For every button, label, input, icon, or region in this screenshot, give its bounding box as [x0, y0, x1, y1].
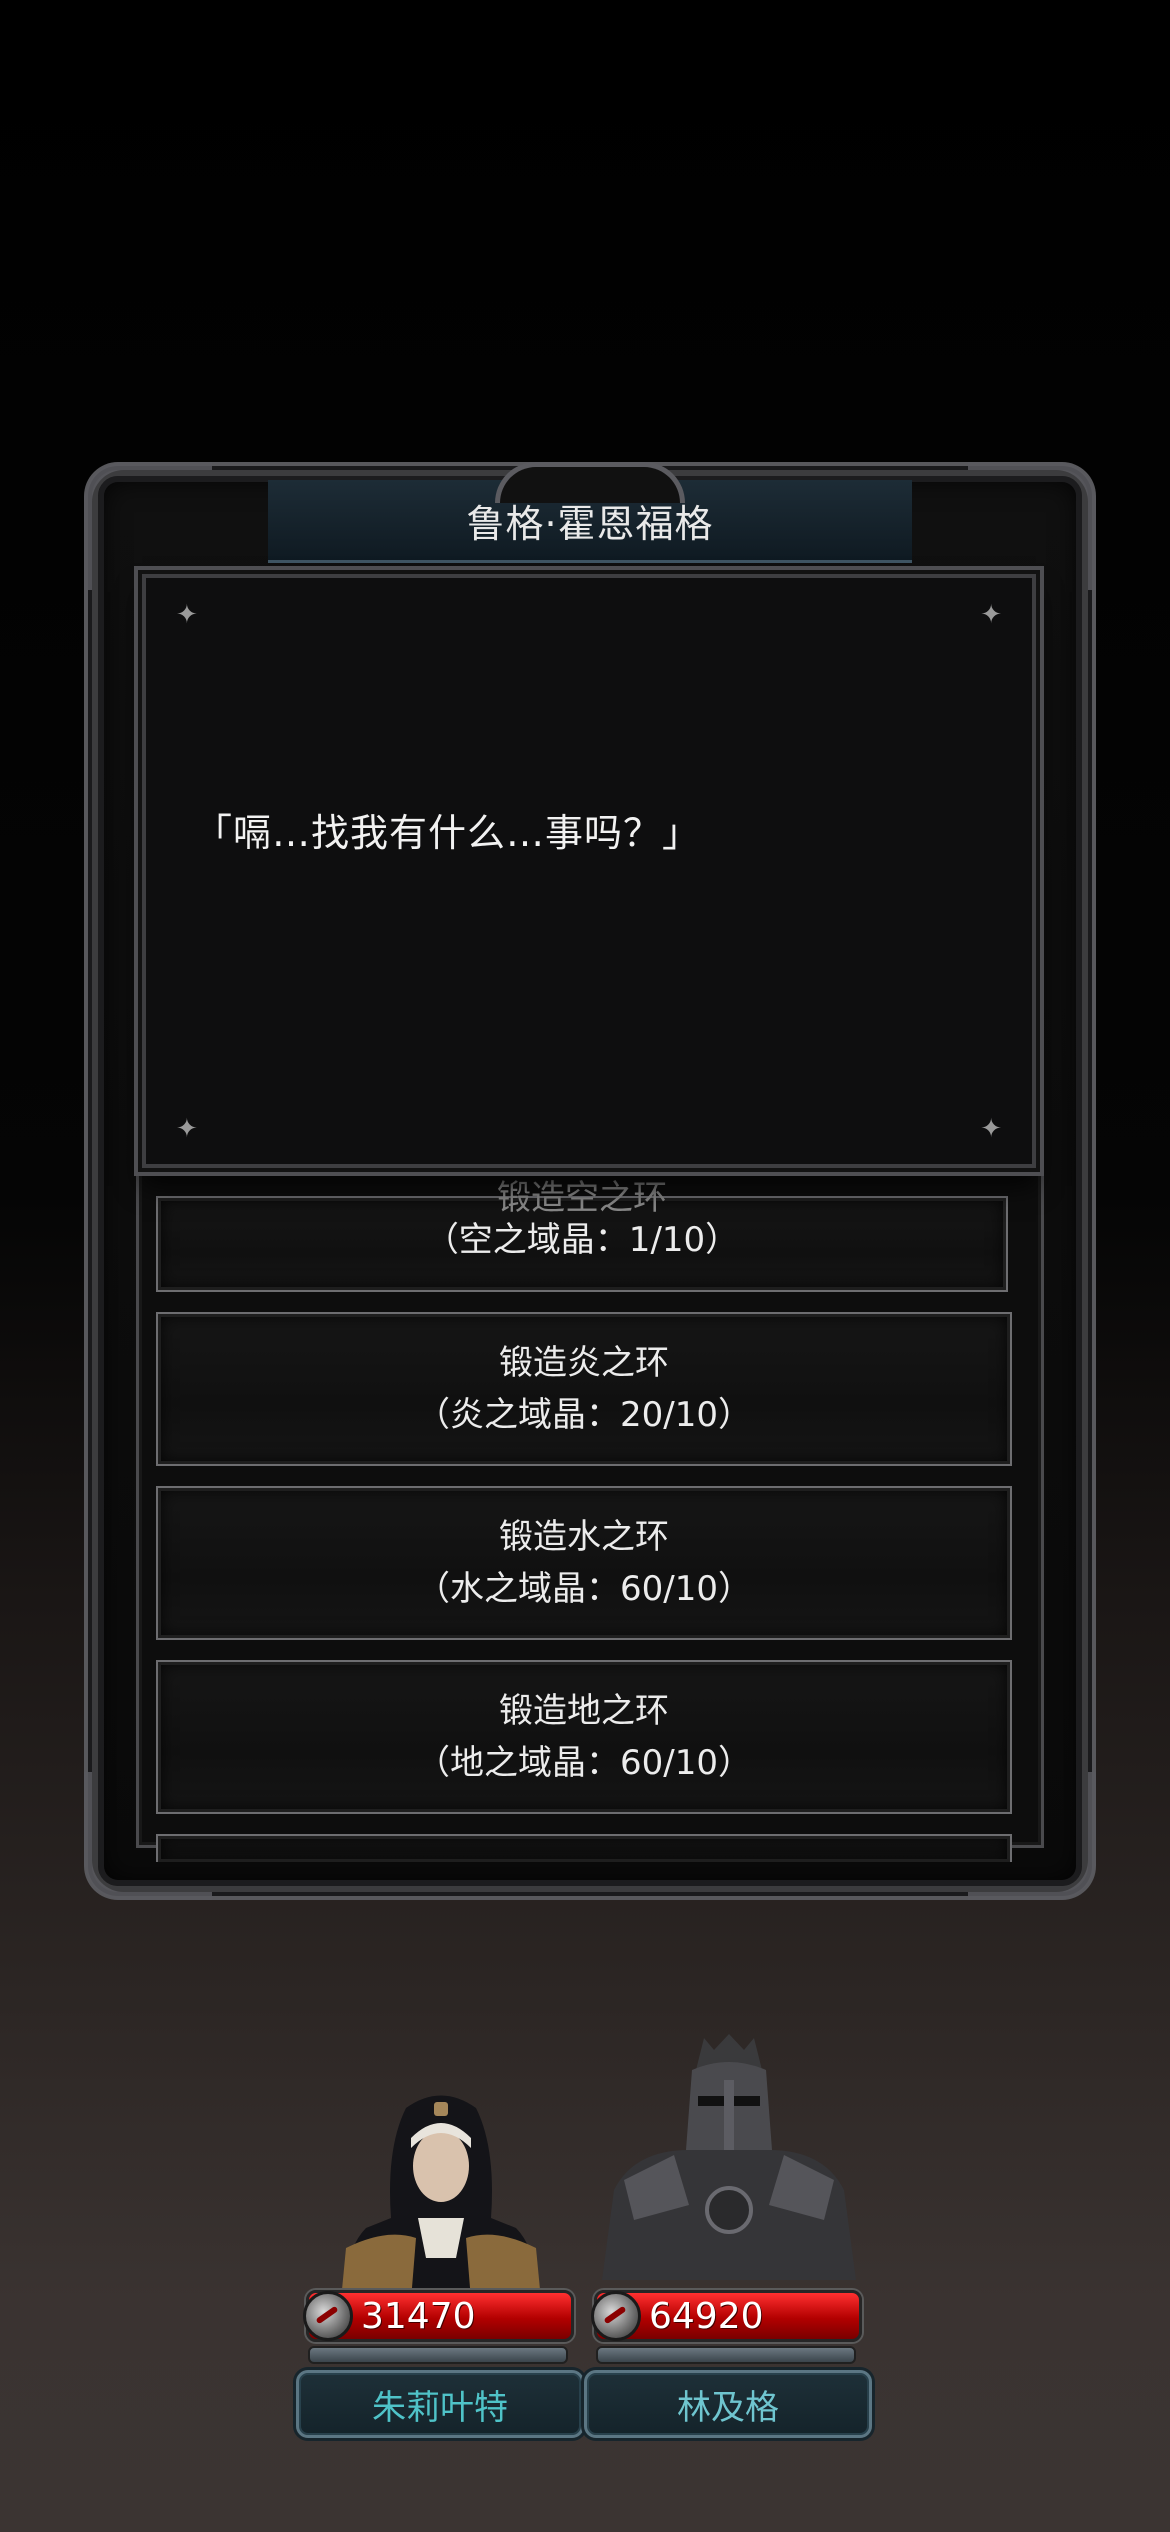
mp-bar — [596, 2346, 856, 2364]
option-forge-water-ring[interactable]: 锻造水之环 （水之域晶：60/10） — [156, 1486, 1012, 1640]
option-cost: （地之域晶：60/10） — [416, 1743, 752, 1783]
hp-bar: 64920 — [591, 2290, 862, 2342]
option-cost: （炎之域晶：20/10） — [416, 1395, 752, 1435]
title-ornament — [495, 462, 685, 503]
option-more-stub[interactable] — [156, 1834, 1012, 1862]
speech-box[interactable]: ✦ ✦ ✦ ✦ 「嗝…找我有什么…事吗？」 — [142, 574, 1036, 1168]
option-title: 锻造水之环 — [499, 1517, 669, 1557]
option-title: 锻造地之环 — [499, 1691, 669, 1731]
sparkle-icon: ✦ — [176, 1114, 198, 1144]
option-title: 锻造空之环 — [497, 1178, 667, 1218]
npc-name-bar: 鲁格·霍恩福格 — [268, 462, 912, 563]
nun-portrait — [341, 2095, 541, 2300]
hp-value: 64920 — [649, 2295, 764, 2337]
sparkle-icon: ✦ — [980, 1114, 1002, 1144]
option-title: 锻造炎之环 — [499, 1343, 669, 1383]
hp-bar: 31470 — [303, 2290, 574, 2342]
option-forge-flame-ring[interactable]: 锻造炎之环 （炎之域晶：20/10） — [156, 1312, 1012, 1466]
mp-bar — [308, 2346, 568, 2364]
sparkle-icon: ✦ — [980, 600, 1002, 630]
speech-text: 「嗝…找我有什么…事吗？」 — [194, 811, 702, 855]
option-list: 锻造空之环 （空之域晶：1/10） 锻造炎之环 （炎之域晶：20/10） 锻造水… — [156, 1178, 1012, 1882]
sword-shield-icon — [303, 2291, 353, 2341]
character-name: 朱莉叶特 — [372, 2387, 508, 2428]
option-cost: （水之域晶：60/10） — [416, 1569, 752, 1609]
game-screen: 鲁格·霍恩福格 锻造空之环 （空之域晶：1/10） 锻造炎之环 （炎之域晶：20… — [0, 0, 1170, 2532]
character-name: 林及格 — [677, 2387, 779, 2428]
character-name-plate: 林及格 — [584, 2370, 872, 2438]
hp-value: 31470 — [361, 2295, 476, 2337]
option-forge-earth-ring[interactable]: 锻造地之环 （地之域晶：60/10） — [156, 1660, 1012, 1814]
character-name-plate: 朱莉叶特 — [296, 2370, 584, 2438]
sword-shield-icon — [591, 2291, 641, 2341]
option-forge-sky-ring[interactable]: 锻造空之环 （空之域晶：1/10） — [156, 1178, 1008, 1292]
sparkle-icon: ✦ — [176, 600, 198, 630]
armored-knight-portrait — [602, 2034, 856, 2280]
